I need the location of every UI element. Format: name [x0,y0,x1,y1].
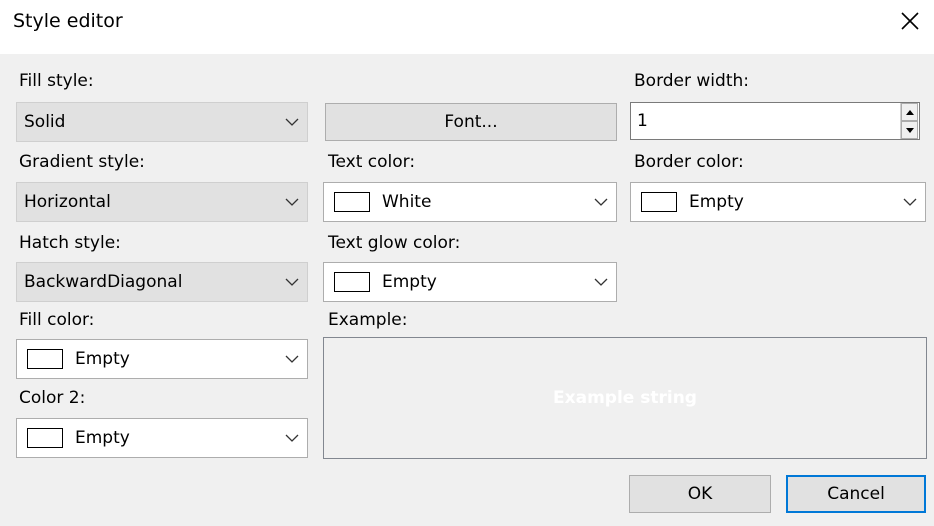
text-color-swatch [334,192,370,212]
text-glow-color-swatch [334,272,370,292]
gradient-style-dropdown[interactable]: Horizontal [16,182,308,222]
spinner-buttons [900,103,918,139]
hatch-style-dropdown[interactable]: BackwardDiagonal [16,262,308,302]
border-color-label: Border color: [634,152,744,172]
chevron-down-icon [277,340,307,378]
arrow-down-icon [905,127,914,133]
border-width-value[interactable]: 1 [631,111,900,131]
text-glow-color-value: Empty [382,272,437,292]
close-button[interactable] [893,4,927,38]
text-color-dropdown[interactable]: White [323,182,617,222]
font-button[interactable]: Font... [325,103,617,141]
fill-color-value: Empty [75,349,130,369]
border-width-label: Border width: [634,71,749,91]
ok-button[interactable]: OK [629,475,771,513]
gradient-style-label: Gradient style: [19,152,145,172]
gradient-style-value: Horizontal [24,192,111,212]
chevron-down-icon [277,183,307,221]
example-label: Example: [328,310,408,330]
border-color-value: Empty [689,192,744,212]
spin-up-button[interactable] [901,103,918,121]
fill-style-label: Fill style: [19,71,94,91]
chevron-down-icon [586,263,616,301]
chevron-down-icon [277,263,307,301]
chevron-down-icon [277,419,307,457]
text-glow-color-label: Text glow color: [328,233,461,253]
example-preview: Example string [323,337,927,459]
text-color-label: Text color: [328,152,416,172]
fill-color-dropdown[interactable]: Empty [16,339,308,379]
border-width-spinner[interactable]: 1 [630,102,920,140]
color2-swatch [27,428,63,448]
close-icon [901,12,919,30]
text-glow-color-dropdown[interactable]: Empty [323,262,617,302]
color2-dropdown[interactable]: Empty [16,418,308,458]
example-text: Example string [553,388,697,408]
arrow-up-icon [905,109,914,115]
color2-value: Empty [75,428,130,448]
color2-label: Color 2: [19,388,86,408]
title-bar: Style editor [0,0,934,54]
chevron-down-icon [895,183,925,221]
chevron-down-icon [586,183,616,221]
fill-color-label: Fill color: [19,310,95,330]
fill-style-value: Solid [24,112,66,132]
hatch-style-value: BackwardDiagonal [24,272,183,292]
text-color-value: White [382,192,432,212]
hatch-style-label: Hatch style: [19,233,121,253]
border-color-dropdown[interactable]: Empty [630,182,926,222]
fill-color-swatch [27,349,63,369]
cancel-button[interactable]: Cancel [786,475,926,513]
spin-down-button[interactable] [901,121,918,139]
border-color-swatch [641,192,677,212]
fill-style-dropdown[interactable]: Solid [16,102,308,142]
window-title: Style editor [13,10,123,32]
chevron-down-icon [277,103,307,141]
